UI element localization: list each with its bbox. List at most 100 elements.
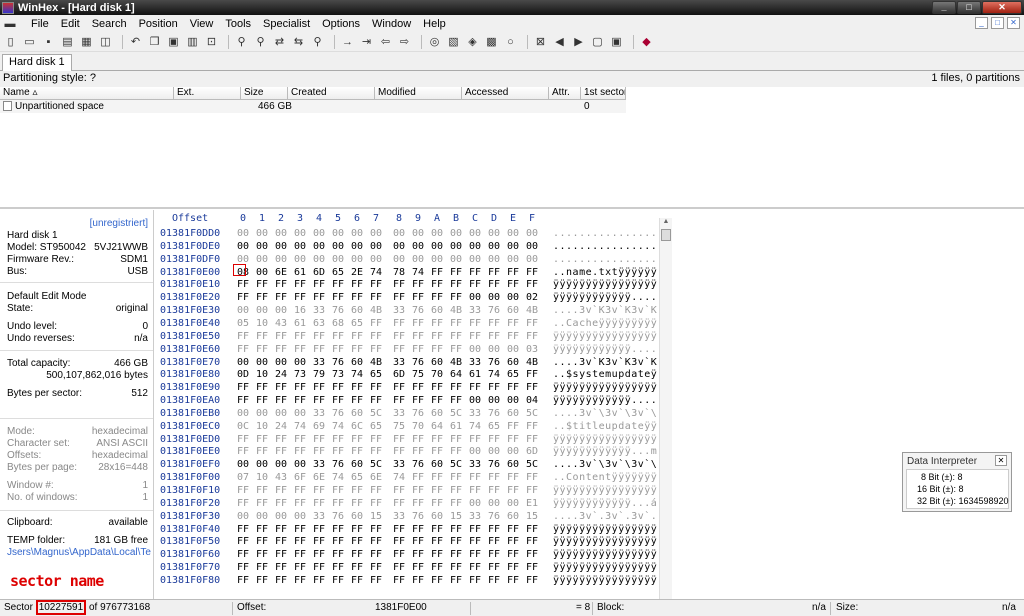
hex-row[interactable]: 01381F0EC0 0C 10 24 74 69 74 6C 65 75 70 64 61 74 65 FF… bbox=[155, 421, 657, 433]
hex-byte[interactable]: FF bbox=[275, 485, 287, 497]
hex-byte[interactable]: FF bbox=[526, 562, 538, 574]
hex-byte[interactable]: 74 bbox=[332, 421, 344, 433]
hex-row[interactable]: 01381F0EB0 00 00 00 00 33 76 60 5C 33 76 60 5C 33 76 60… bbox=[155, 408, 657, 420]
hex-byte[interactable]: FF bbox=[488, 485, 500, 497]
hex-byte[interactable]: 00 bbox=[256, 305, 268, 317]
hex-byte[interactable]: FF bbox=[450, 446, 462, 458]
hex-byte[interactable]: FF bbox=[469, 267, 481, 279]
hex-byte[interactable]: 00 bbox=[507, 241, 519, 253]
hex-byte[interactable]: 76 bbox=[412, 459, 424, 471]
hex-byte[interactable]: FF bbox=[469, 382, 481, 394]
hex-byte[interactable]: FF bbox=[294, 446, 306, 458]
hex-row[interactable]: 01381F0E90 FF FF FF FF FF FF FF FF FF FF FF FF FF FF FF… bbox=[155, 382, 657, 394]
hex-byte[interactable]: FF bbox=[256, 279, 268, 291]
hex-byte[interactable]: 00 bbox=[526, 254, 538, 266]
search-icon[interactable]: ○ bbox=[503, 35, 518, 49]
hex-byte[interactable]: FF bbox=[332, 485, 344, 497]
hex-byte[interactable]: FF bbox=[256, 395, 268, 407]
hex-byte[interactable]: 24 bbox=[275, 421, 287, 433]
hex-byte[interactable]: 74 bbox=[294, 421, 306, 433]
menu-window[interactable]: Window bbox=[370, 18, 413, 30]
hex-byte[interactable]: FF bbox=[256, 524, 268, 536]
hex-row[interactable]: 01381F0E80 0D 10 24 73 79 73 74 65 6D 75 70 64 61 74 65… bbox=[155, 369, 657, 381]
hex-byte[interactable]: FF bbox=[526, 524, 538, 536]
hex-byte[interactable]: 00 bbox=[294, 241, 306, 253]
vertical-scrollbar[interactable]: ▲ bbox=[659, 218, 672, 599]
replace-hex-icon[interactable]: ⇆ bbox=[291, 35, 306, 49]
hex-byte[interactable]: 4B bbox=[370, 357, 382, 369]
data-interpreter-window[interactable]: Data Interpreter ✕ 8 Bit (±): 8 16 Bit (… bbox=[902, 452, 1012, 512]
hex-byte[interactable]: FF bbox=[507, 575, 519, 587]
hex-byte[interactable]: FF bbox=[526, 318, 538, 330]
hex-byte[interactable]: 00 bbox=[488, 254, 500, 266]
hex-byte[interactable]: FF bbox=[393, 549, 405, 561]
ascii-text[interactable]: ................ bbox=[553, 241, 657, 253]
hex-byte[interactable]: FF bbox=[412, 485, 424, 497]
hex-byte[interactable]: FF bbox=[412, 344, 424, 356]
hex-byte[interactable]: 00 bbox=[237, 241, 249, 253]
hex-byte[interactable]: 00 bbox=[431, 254, 443, 266]
hex-byte[interactable]: FF bbox=[313, 331, 325, 343]
hex-byte[interactable]: FF bbox=[450, 524, 462, 536]
hex-byte[interactable]: FF bbox=[351, 344, 363, 356]
hex-byte[interactable]: 02 bbox=[526, 292, 538, 304]
hex-byte[interactable]: FF bbox=[294, 279, 306, 291]
hex-byte[interactable]: FF bbox=[332, 536, 344, 548]
hex-byte[interactable]: FF bbox=[313, 485, 325, 497]
hex-byte[interactable]: FF bbox=[393, 292, 405, 304]
hex-byte[interactable]: FF bbox=[488, 267, 500, 279]
hex-row[interactable]: 01381F0F60 FF FF FF FF FF FF FF FF FF FF FF FF FF FF FF… bbox=[155, 549, 657, 561]
hex-byte[interactable]: 74 bbox=[351, 369, 363, 381]
hex-byte[interactable]: 6F bbox=[294, 472, 306, 484]
hex-byte[interactable]: FF bbox=[526, 369, 538, 381]
hex-byte[interactable]: 65 bbox=[488, 421, 500, 433]
hex-byte[interactable]: FF bbox=[393, 536, 405, 548]
hex-byte[interactable]: 76 bbox=[332, 305, 344, 317]
hex-byte[interactable]: FF bbox=[412, 382, 424, 394]
hex-byte[interactable]: FF bbox=[332, 382, 344, 394]
hex-byte[interactable]: 00 bbox=[256, 228, 268, 240]
hex-byte[interactable]: FF bbox=[469, 524, 481, 536]
hex-byte[interactable]: 00 bbox=[275, 408, 287, 420]
hex-byte[interactable]: FF bbox=[313, 524, 325, 536]
ascii-text[interactable]: ................ bbox=[553, 254, 657, 266]
hex-byte[interactable]: FF bbox=[526, 549, 538, 561]
hex-byte[interactable]: FF bbox=[412, 549, 424, 561]
hex-row[interactable]: 01381F0E50 FF FF FF FF FF FF FF FF FF FF FF FF FF FF FF… bbox=[155, 331, 657, 343]
hex-byte[interactable]: FF bbox=[450, 562, 462, 574]
column-modified[interactable]: Modified bbox=[375, 87, 462, 100]
hex-byte[interactable]: 00 bbox=[469, 395, 481, 407]
hex-byte[interactable]: FF bbox=[469, 318, 481, 330]
hex-byte[interactable]: 00 bbox=[469, 446, 481, 458]
hex-byte[interactable]: FF bbox=[412, 524, 424, 536]
hex-byte[interactable]: FF bbox=[275, 344, 287, 356]
hex-byte[interactable]: 00 bbox=[450, 228, 462, 240]
hex-byte[interactable]: FF bbox=[412, 434, 424, 446]
hex-byte[interactable]: FF bbox=[431, 575, 443, 587]
save-icon[interactable]: ▪ bbox=[41, 35, 56, 49]
hex-byte[interactable]: 76 bbox=[412, 305, 424, 317]
hex-byte[interactable]: FF bbox=[450, 344, 462, 356]
hex-byte[interactable]: FF bbox=[507, 434, 519, 446]
hex-byte[interactable]: FF bbox=[526, 267, 538, 279]
hex-byte[interactable]: 00 bbox=[412, 228, 424, 240]
hex-byte[interactable]: 0D bbox=[237, 369, 249, 381]
hex-byte[interactable]: FF bbox=[275, 292, 287, 304]
hex-row[interactable]: 01381F0F20 FF FF FF FF FF FF FF FF FF FF FF FF 00 00 00… bbox=[155, 498, 657, 510]
hex-byte[interactable]: FF bbox=[450, 267, 462, 279]
hex-byte[interactable]: FF bbox=[294, 331, 306, 343]
print-icon[interactable]: ▤ bbox=[60, 35, 75, 49]
hex-byte[interactable]: FF bbox=[294, 536, 306, 548]
hex-byte[interactable]: FF bbox=[256, 344, 268, 356]
hex-byte[interactable]: FF bbox=[351, 575, 363, 587]
hex-byte[interactable]: FF bbox=[412, 575, 424, 587]
hex-byte[interactable]: 00 bbox=[450, 241, 462, 253]
hex-byte[interactable]: FF bbox=[507, 318, 519, 330]
hex-byte[interactable]: 6D bbox=[526, 446, 538, 458]
copy-icon[interactable]: ❐ bbox=[147, 35, 162, 49]
hex-byte[interactable]: FF bbox=[450, 536, 462, 548]
hex-byte[interactable]: 00 bbox=[507, 446, 519, 458]
scroll-thumb[interactable] bbox=[661, 229, 671, 241]
hex-byte[interactable]: FF bbox=[237, 395, 249, 407]
hex-byte[interactable]: 61 bbox=[469, 369, 481, 381]
